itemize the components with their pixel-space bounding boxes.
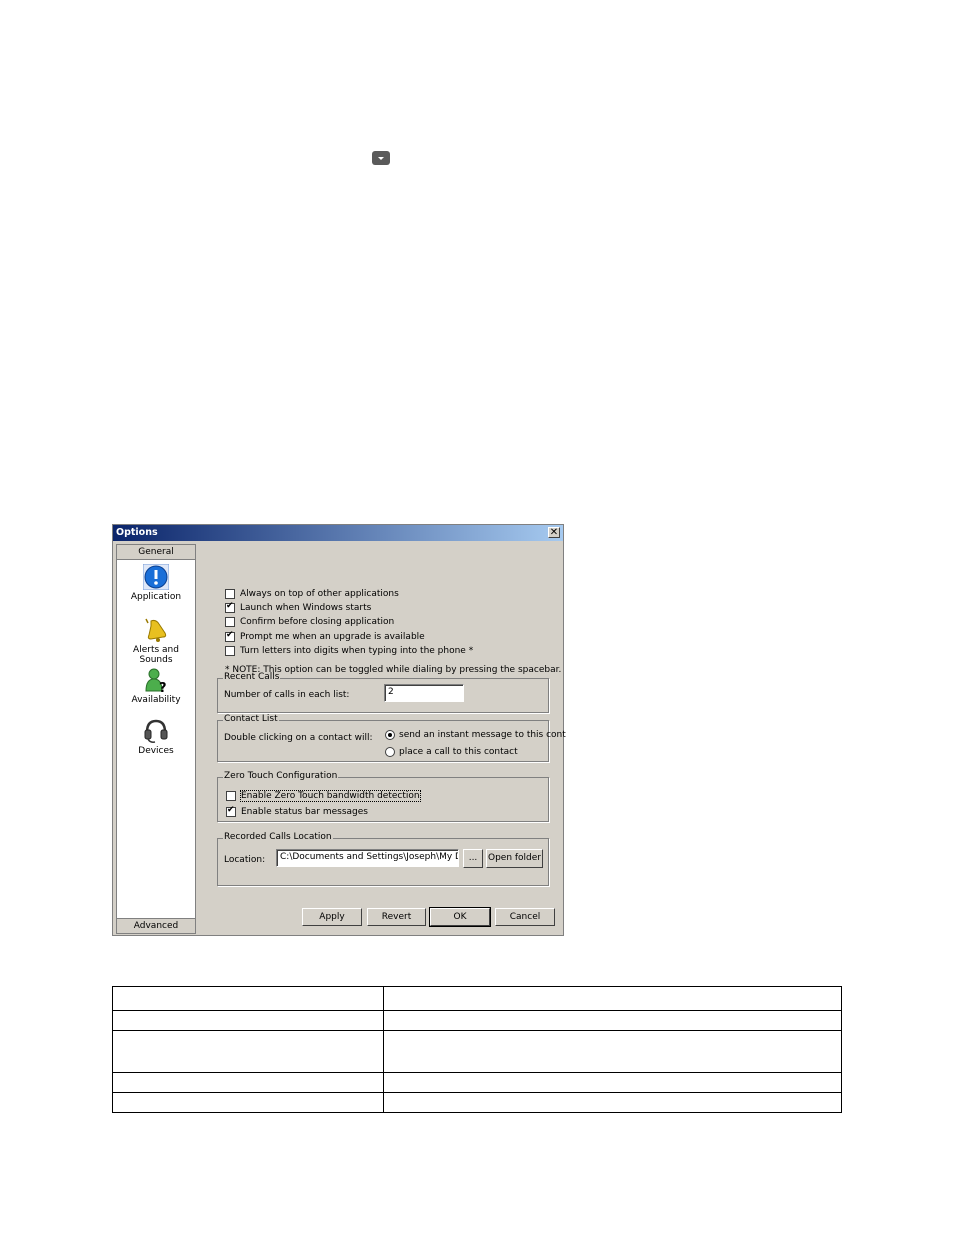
checkbox[interactable] [225, 601, 235, 613]
dialog-title: Options [116, 527, 158, 538]
bell-icon [143, 617, 169, 643]
info-icon [142, 563, 170, 591]
table-row [112, 986, 842, 1011]
option-label: Enable status bar messages [241, 807, 368, 817]
cancel-button[interactable]: Cancel [495, 908, 555, 926]
contact-list-group: Contact List Double clicking on a contac… [217, 714, 566, 762]
checkbox[interactable] [225, 589, 235, 599]
table-cell [383, 1072, 842, 1093]
option-prompt-upgrade[interactable]: Prompt me when an upgrade is available [225, 630, 425, 642]
checkbox[interactable] [226, 791, 236, 801]
user-question-icon: ? [143, 667, 169, 696]
option-confirm-before-closing[interactable]: Confirm before closing application [225, 617, 394, 627]
radio-place-call[interactable]: place a call to this contact [385, 747, 518, 757]
table-cell [383, 1092, 842, 1113]
zero-touch-group: Zero Touch Configuration Enable Zero Tou… [217, 771, 549, 822]
checkbox[interactable] [226, 805, 236, 817]
table-row [112, 1072, 842, 1093]
option-label: Turn letters into digits when typing int… [240, 646, 474, 656]
option-label: Enable Zero Touch bandwidth detection [240, 790, 421, 802]
group-legend: Contact List [223, 714, 279, 724]
radio-label: send an instant message to this cont [399, 730, 566, 740]
reference-table [112, 986, 842, 1113]
svg-text:?: ? [159, 681, 167, 693]
recent-calls-label: Number of calls in each list: [224, 690, 350, 700]
browse-button[interactable]: ... [463, 849, 483, 868]
table-cell [112, 1072, 384, 1093]
radio-button[interactable] [385, 730, 395, 740]
group-legend: Recorded Calls Location [223, 832, 333, 842]
option-label: Prompt me when an upgrade is available [240, 632, 425, 642]
table-cell [112, 986, 384, 1011]
checkbox[interactable] [225, 646, 235, 656]
option-status-bar-messages[interactable]: Enable status bar messages [226, 805, 368, 817]
options-content: Always on top of other applications Laun… [199, 544, 566, 932]
table-cell [112, 1092, 384, 1113]
group-legend: Recent Calls [223, 672, 281, 682]
recent-calls-group: Recent Calls Number of calls in each lis… [217, 672, 549, 713]
sidebar-item-alerts-and-sounds[interactable]: Alerts and Sounds [117, 617, 195, 665]
sidebar-item-application[interactable]: Application [117, 563, 195, 602]
apply-button[interactable]: Apply [302, 908, 362, 926]
option-always-on-top[interactable]: Always on top of other applications [225, 589, 399, 599]
options-dialog: Options ✕ General Application Alerts and… [112, 524, 566, 936]
inline-menu-icon [372, 151, 390, 165]
table-row [112, 1092, 842, 1113]
table-cell [383, 986, 842, 1011]
location-input[interactable]: C:\Documents and Settings\Joseph\My Docu… [276, 849, 459, 867]
table-cell [383, 1010, 842, 1031]
title-bar: Options ✕ [113, 525, 563, 541]
checkbox[interactable] [225, 630, 235, 642]
sidebar-item-label: Devices [138, 746, 174, 756]
open-folder-button[interactable]: Open folder [486, 849, 543, 868]
table-row [112, 1030, 842, 1073]
ok-button[interactable]: OK [429, 907, 491, 927]
headset-icon [143, 718, 169, 744]
option-launch-on-startup[interactable]: Launch when Windows starts [225, 601, 372, 613]
radio-label: place a call to this contact [399, 747, 518, 757]
sidebar: General Application Alerts and Sounds ? … [116, 544, 196, 934]
sidebar-item-label: Application [130, 592, 182, 602]
radio-button[interactable] [385, 747, 395, 757]
option-label: Always on top of other applications [240, 589, 399, 599]
option-label: Launch when Windows starts [240, 603, 372, 613]
group-legend: Zero Touch Configuration [223, 771, 339, 781]
revert-button[interactable]: Revert [367, 908, 426, 926]
table-row [112, 1010, 842, 1031]
sidebar-item-devices[interactable]: Devices [117, 718, 195, 756]
option-zero-touch-bandwidth[interactable]: Enable Zero Touch bandwidth detection [226, 790, 421, 802]
recent-calls-input[interactable]: 2 [384, 684, 464, 702]
recorded-calls-group: Recorded Calls Location Location: C:\Doc… [217, 832, 549, 886]
table-cell [112, 1030, 384, 1073]
location-label: Location: [224, 855, 266, 865]
close-button[interactable]: ✕ [548, 527, 560, 538]
checkbox[interactable] [225, 617, 235, 627]
contact-list-label: Double clicking on a contact will: [224, 733, 373, 743]
table-cell [383, 1030, 842, 1073]
sidebar-item-availability[interactable]: ? Availability [117, 667, 195, 705]
sidebar-header-advanced[interactable]: Advanced [117, 918, 195, 933]
option-letters-to-digits[interactable]: Turn letters into digits when typing int… [225, 646, 473, 656]
table-cell [112, 1010, 384, 1031]
sidebar-item-label: Alerts and Sounds [133, 645, 179, 665]
sidebar-header-general[interactable]: General [117, 545, 195, 560]
radio-send-instant-message[interactable]: send an instant message to this cont [385, 730, 566, 740]
option-label: Confirm before closing application [240, 617, 395, 627]
sidebar-item-label: Availability [131, 695, 181, 705]
